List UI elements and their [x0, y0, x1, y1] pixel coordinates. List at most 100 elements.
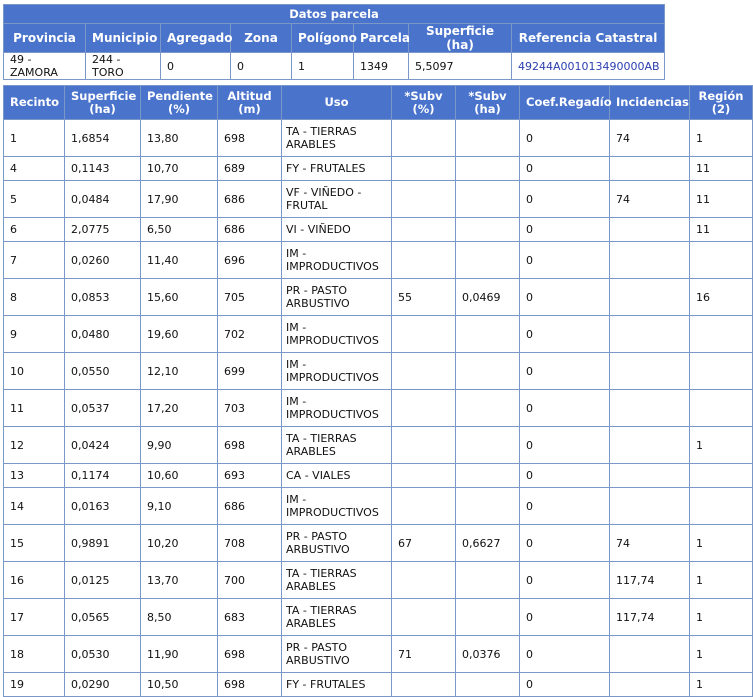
- cell-subv-ha: [456, 488, 520, 525]
- cell-recinto: 4: [4, 157, 65, 181]
- cell-coef: 0: [520, 488, 610, 525]
- cell-region: 1: [690, 599, 753, 636]
- header-incidencias-line1: Incidencias: [616, 95, 689, 109]
- cell-superficie: 0,0480: [65, 316, 141, 353]
- table-row: 12 0,0424 9,90 698 TA - TIERRAS ARABLES 0 1: [4, 427, 753, 464]
- cell-uso: VI - VIÑEDO: [282, 218, 392, 242]
- header-pendiente-line2: (%): [167, 101, 191, 116]
- header-altitud-line1: Altitud: [227, 88, 272, 103]
- header-coef-regadio-line1: Coef.Regadío: [526, 95, 612, 109]
- cell-incidencias: [610, 157, 690, 181]
- cell-recinto: 1: [4, 120, 65, 157]
- cell-uso: IM - IMPRODUCTIVOS: [282, 242, 392, 279]
- cell-region: [690, 242, 753, 279]
- cell-recinto: 9: [4, 316, 65, 353]
- cell-altitud: 698: [218, 636, 282, 673]
- cell-coef: 0: [520, 157, 610, 181]
- table-row: 17 0,0565 8,50 683 TA - TIERRAS ARABLES 0 117,7…: [4, 599, 753, 636]
- cell-pendiente: 19,60: [141, 316, 218, 353]
- cell-region: 1: [690, 636, 753, 673]
- cell-region: 1: [690, 427, 753, 464]
- cell-uso: FY - FRUTALES: [282, 673, 392, 697]
- table-row: 18 0,0530 11,90 698 PR - PASTO ARBUSTIVO 71 0,0…: [4, 636, 753, 673]
- cell-subv-pct: [392, 390, 456, 427]
- cell-incidencias: [610, 488, 690, 525]
- cell-recinto: 18: [4, 636, 65, 673]
- table-row: 14 0,0163 9,10 686 IM - IMPRODUCTIVOS 0: [4, 488, 753, 525]
- cell-coef: 0: [520, 636, 610, 673]
- cell-pendiente: 8,50: [141, 599, 218, 636]
- cell-region: 1: [690, 525, 753, 562]
- uso-line2: ARBUSTIVO: [286, 543, 350, 556]
- cell-pendiente: 6,50: [141, 218, 218, 242]
- cell-region: [690, 316, 753, 353]
- cell-superficie: 0,0424: [65, 427, 141, 464]
- cell-subv-pct: [392, 120, 456, 157]
- uso-line2: ARBUSTIVO: [286, 654, 350, 667]
- cell-region: 11: [690, 181, 753, 218]
- cell-incidencias: [610, 218, 690, 242]
- cell-subv-pct: [392, 353, 456, 390]
- cell-subv-ha: [456, 181, 520, 218]
- cell-superficie: 0,1143: [65, 157, 141, 181]
- cell-altitud: 699: [218, 353, 282, 390]
- cell-incidencias: [610, 242, 690, 279]
- cell-incidencias: 74: [610, 525, 690, 562]
- uso-line1: IM -: [286, 247, 307, 260]
- value-agregado: 0: [161, 53, 231, 80]
- uso-line2: IMPRODUCTIVOS: [286, 371, 379, 384]
- header-agregado: Agregado: [161, 24, 232, 53]
- table-row: 7 0,0260 11,40 696 IM - IMPRODUCTIVOS 0: [4, 242, 753, 279]
- uso-line2: IMPRODUCTIVOS: [286, 506, 379, 519]
- parcel-table-title: Datos parcela: [4, 5, 666, 24]
- cell-subv-pct: [392, 427, 456, 464]
- uso-line2: ARABLES: [286, 580, 336, 593]
- header-pendiente: Pendiente (%): [141, 86, 218, 120]
- cell-superficie: 1,6854: [65, 120, 141, 157]
- table-row: 19 0,0290 10,50 698 FY - FRUTALES 0 1: [4, 673, 753, 697]
- uso-line1: VF - VIÑEDO -: [286, 186, 362, 199]
- cell-altitud: 689: [218, 157, 282, 181]
- header-pendiente-line1: Pendiente: [147, 88, 213, 103]
- cell-subv-ha: [456, 390, 520, 427]
- header-poligono: Polígono: [292, 24, 357, 53]
- cell-uso: VF - VIÑEDO - FRUTAL: [282, 181, 392, 218]
- cell-superficie: 0,0537: [65, 390, 141, 427]
- uso-line1: IM -: [286, 321, 307, 334]
- header-coef-regadio: Coef.Regadío: [520, 86, 612, 120]
- value-referencia-catastral: 49244A001013490000AB: [512, 53, 666, 80]
- cell-altitud: 703: [218, 390, 282, 427]
- header-altitud: Altitud (m): [218, 86, 282, 120]
- table-row: 1 1,6854 13,80 698 TA - TIERRAS ARABLES 0 74 1: [4, 120, 753, 157]
- cell-region: [690, 353, 753, 390]
- table-row: 9 0,0480 19,60 702 IM - IMPRODUCTIVOS 0: [4, 316, 753, 353]
- cell-subv-pct: [392, 157, 456, 181]
- cell-altitud: 700: [218, 562, 282, 599]
- cell-uso: CA - VIALES: [282, 464, 392, 488]
- cell-altitud: 705: [218, 279, 282, 316]
- uso-line1: PR - PASTO: [286, 530, 348, 543]
- cell-pendiente: 13,80: [141, 120, 218, 157]
- cell-coef: 0: [520, 218, 610, 242]
- cell-altitud: 698: [218, 673, 282, 697]
- cell-recinto: 11: [4, 390, 65, 427]
- cell-incidencias: [610, 316, 690, 353]
- cell-superficie: 0,0163: [65, 488, 141, 525]
- cell-subv-pct: [392, 242, 456, 279]
- cell-recinto: 16: [4, 562, 65, 599]
- referencia-catastral-link[interactable]: 49244A001013490000AB: [518, 60, 660, 73]
- header-uso: Uso: [282, 86, 392, 120]
- cell-subv-pct: [392, 562, 456, 599]
- table-row: 6 2,0775 6,50 686 VI - VIÑEDO 0 11: [4, 218, 753, 242]
- cell-altitud: 683: [218, 599, 282, 636]
- cell-incidencias: 117,74: [610, 562, 690, 599]
- cell-altitud: 698: [218, 120, 282, 157]
- cell-pendiente: 10,70: [141, 157, 218, 181]
- cell-subv-ha: 0,6627: [456, 525, 520, 562]
- header-subv-ha-line1: *Subv: [468, 88, 507, 103]
- cell-pendiente: 15,60: [141, 279, 218, 316]
- cell-recinto: 17: [4, 599, 65, 636]
- uso-line2: ARABLES: [286, 445, 336, 458]
- header-region-line1: Región: [698, 88, 744, 103]
- uso-line1: TA - TIERRAS: [286, 604, 357, 617]
